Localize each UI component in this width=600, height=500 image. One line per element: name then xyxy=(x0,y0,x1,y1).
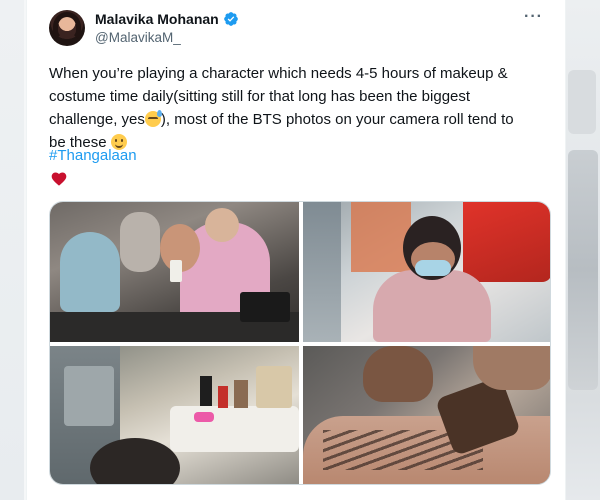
photo-head xyxy=(90,438,180,484)
tweet-text-line: costume time daily(sitting still for tha… xyxy=(49,88,471,105)
background-left xyxy=(0,0,24,500)
blurred-thumbnail xyxy=(568,150,598,390)
phone-in-photo xyxy=(170,260,182,282)
photo-table xyxy=(170,406,299,452)
sweat-smile-emoji-icon xyxy=(144,110,162,127)
photo-wall xyxy=(303,202,341,342)
photo-figure xyxy=(120,212,160,272)
hashtag-link[interactable]: #Thangalaan xyxy=(49,147,137,164)
photo-figure xyxy=(60,232,120,312)
media-grid xyxy=(49,201,551,485)
verified-badge-icon xyxy=(223,12,238,26)
tweet-header: Malavika Mohanan @MalavikaM_ ··· xyxy=(49,9,551,50)
photo-hand xyxy=(473,346,550,390)
photo-figure xyxy=(205,208,239,242)
photo-object xyxy=(194,412,214,422)
photo-figure xyxy=(373,270,491,342)
avatar[interactable] xyxy=(49,10,85,46)
photo-object xyxy=(240,292,290,322)
tweet-card: Malavika Mohanan @MalavikaM_ ··· When yo… xyxy=(26,0,566,500)
photo-hand xyxy=(363,346,433,402)
blurred-thumbnail xyxy=(568,70,596,134)
photo-bottle xyxy=(234,380,248,408)
photo-window xyxy=(64,366,114,426)
background-right xyxy=(564,0,600,500)
tweet-text-line: ), most of the BTS photos on your camera… xyxy=(160,111,514,128)
more-options-icon[interactable]: ··· xyxy=(524,9,543,25)
author-name-row: Malavika Mohanan xyxy=(95,11,239,27)
tweet-text-line: When you’re playing a character which ne… xyxy=(49,65,508,82)
author-display-name[interactable]: Malavika Mohanan xyxy=(95,11,219,27)
vanity-table-photo[interactable] xyxy=(50,346,299,484)
tweet-text-line: challenge, yes xyxy=(49,111,145,128)
photo-mask xyxy=(415,260,451,276)
photo-bottle xyxy=(218,386,228,408)
photo-red-chair xyxy=(463,202,550,282)
makeup-room-photo[interactable] xyxy=(50,202,299,342)
photo-bottle xyxy=(200,376,212,406)
heart-icon xyxy=(51,172,67,186)
photo-box xyxy=(256,366,292,408)
body-paint-photo[interactable] xyxy=(303,346,550,484)
girl-in-pink-photo[interactable] xyxy=(303,202,550,342)
photo-cloth xyxy=(351,202,411,272)
tweet-text: When you’re playing a character which ne… xyxy=(49,62,545,154)
author-handle[interactable]: @MalavikaM_ xyxy=(95,30,181,45)
